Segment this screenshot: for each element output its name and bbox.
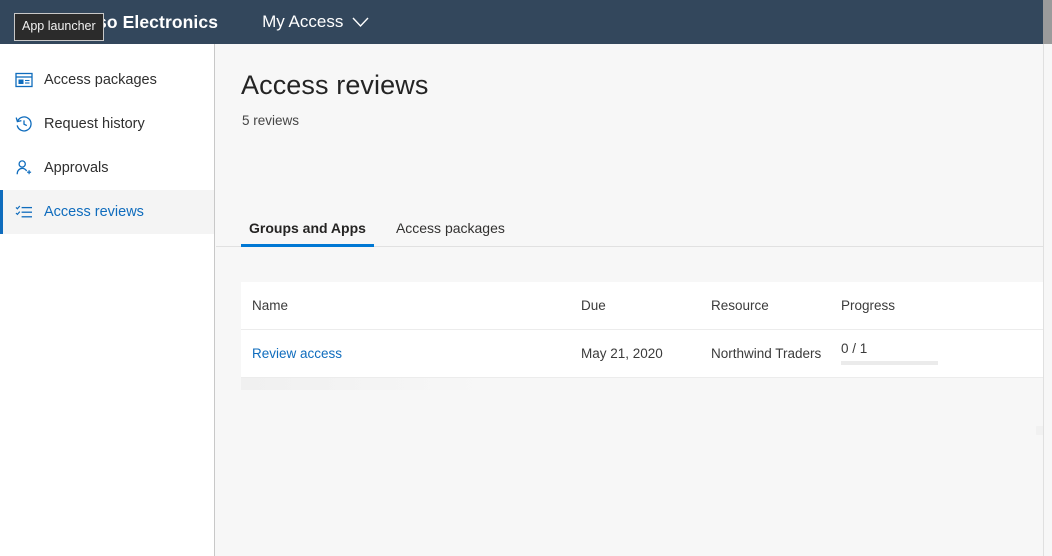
review-due-date: May 21, 2020 xyxy=(581,346,663,361)
sidebar-nav: Access packages Request history xyxy=(0,44,215,556)
scrollbar-thumb[interactable] xyxy=(1043,0,1052,44)
tab-access-packages[interactable]: Access packages xyxy=(388,220,513,246)
sidebar-item-label: Approvals xyxy=(44,160,108,176)
page-title: Access reviews xyxy=(241,70,1043,101)
table-row[interactable]: Review access May 21, 2020 Northwind Tra… xyxy=(241,330,1043,378)
sidebar-item-label: Access reviews xyxy=(44,204,144,220)
tab-bar: Groups and Apps Access packages xyxy=(216,208,1043,247)
sidebar-item-request-history[interactable]: Request history xyxy=(0,102,214,146)
column-header-progress: Progress xyxy=(841,298,1021,313)
review-name-link[interactable]: Review access xyxy=(252,346,342,361)
person-add-icon xyxy=(14,159,33,178)
progress-label: 0 / 1 xyxy=(841,342,1021,356)
column-header-resource: Resource xyxy=(711,298,841,313)
loading-placeholder-chip xyxy=(1036,426,1043,435)
tab-label: Groups and Apps xyxy=(249,220,366,236)
column-header-name: Name xyxy=(241,298,581,313)
my-access-label: My Access xyxy=(262,12,343,32)
checklist-icon xyxy=(14,203,33,222)
top-header-bar: Contoso Electronics My Access xyxy=(0,0,1043,44)
app-launcher-tooltip: App launcher xyxy=(14,13,104,41)
main-content: Access reviews 5 reviews Groups and Apps… xyxy=(216,44,1043,556)
sidebar-item-access-reviews[interactable]: Access reviews xyxy=(0,190,214,234)
reviews-table: Name Due Resource Progress Review access… xyxy=(241,282,1043,378)
my-access-menu[interactable]: My Access xyxy=(262,12,369,32)
access-packages-icon xyxy=(14,71,33,90)
review-count-subtitle: 5 reviews xyxy=(242,113,1043,128)
app-window: Contoso Electronics My Access App launch… xyxy=(0,0,1052,556)
page-scrollbar[interactable] xyxy=(1043,0,1052,556)
progress-bar-track xyxy=(841,361,938,365)
review-resource: Northwind Traders xyxy=(711,346,821,361)
review-progress: 0 / 1 xyxy=(841,342,1021,366)
tab-label: Access packages xyxy=(396,220,505,236)
sidebar-item-access-packages[interactable]: Access packages xyxy=(0,58,214,102)
chevron-down-icon xyxy=(352,17,369,28)
loading-placeholder-row xyxy=(241,378,1043,390)
column-header-due: Due xyxy=(581,298,711,313)
sidebar-item-label: Request history xyxy=(44,116,145,132)
sidebar-item-approvals[interactable]: Approvals xyxy=(0,146,214,190)
table-header-row: Name Due Resource Progress xyxy=(241,282,1043,330)
history-clock-icon xyxy=(14,115,33,134)
sidebar-item-label: Access packages xyxy=(44,72,157,88)
tab-groups-and-apps[interactable]: Groups and Apps xyxy=(241,220,374,246)
